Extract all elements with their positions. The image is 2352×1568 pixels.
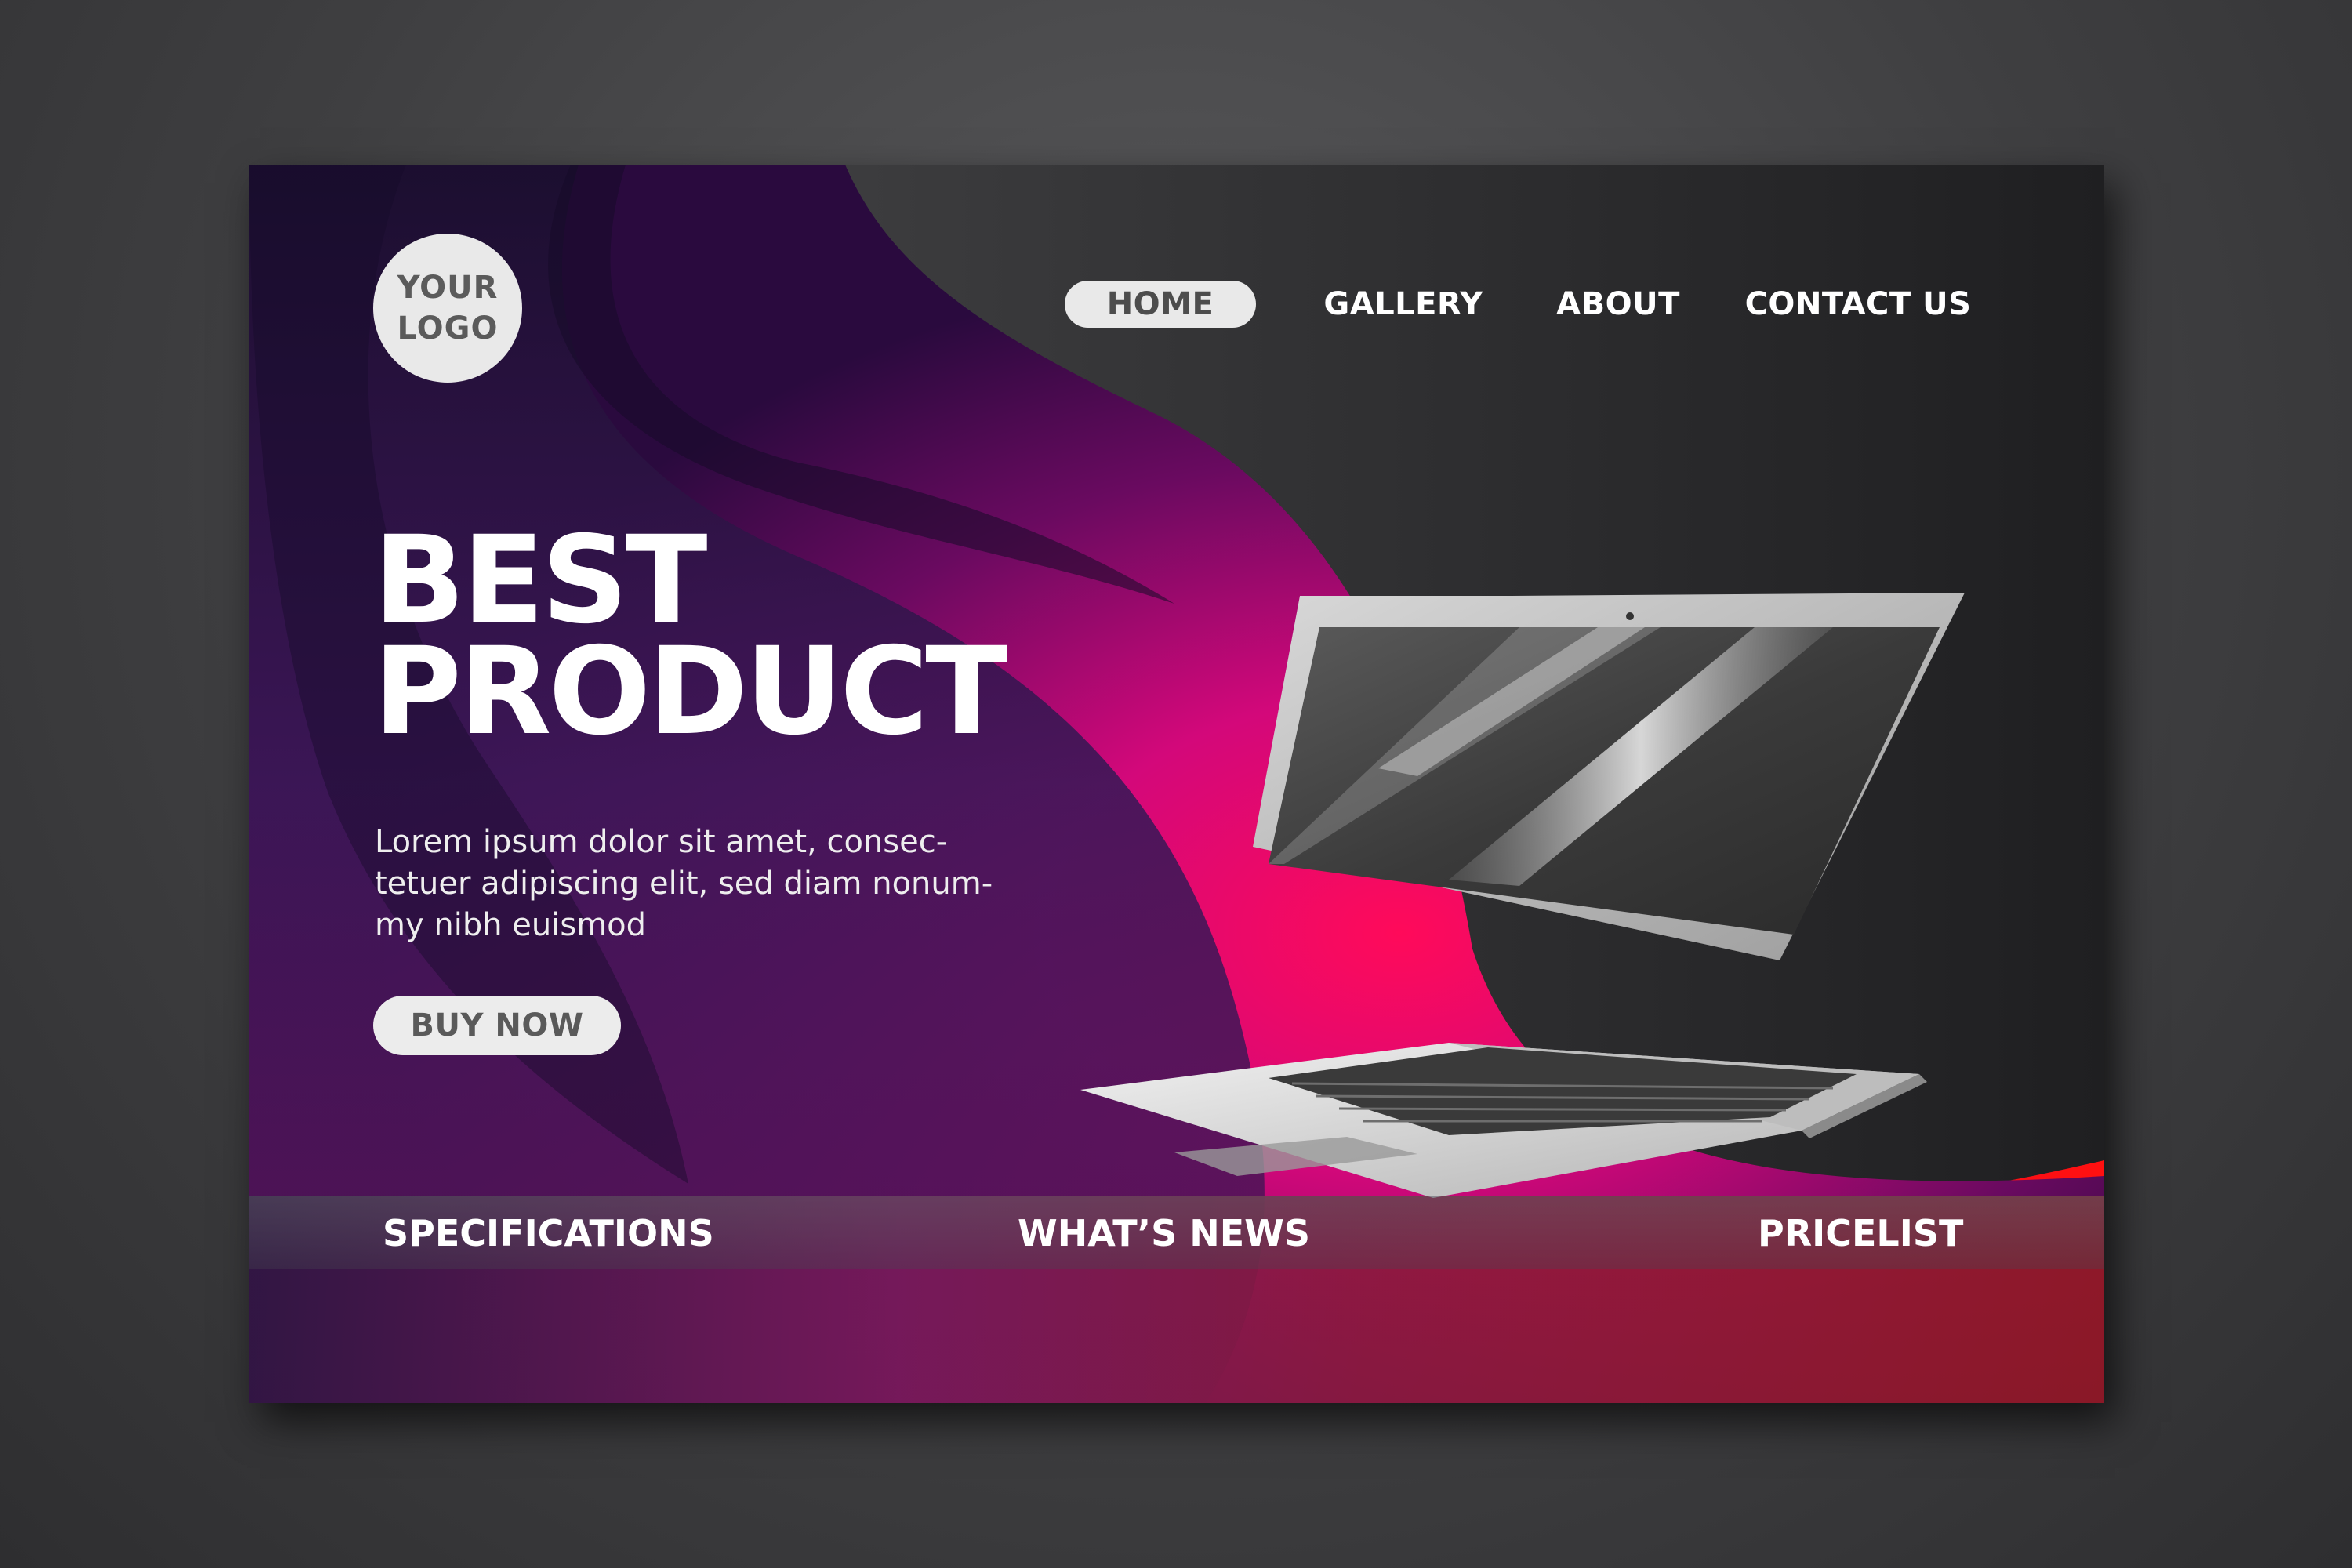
- nav-gallery[interactable]: GALLERY: [1319, 281, 1488, 328]
- logo[interactable]: YOUR LOGO: [373, 234, 522, 383]
- nav-about[interactable]: ABOUT: [1551, 281, 1686, 328]
- tab-pricelist[interactable]: PRICELIST: [1758, 1212, 1963, 1254]
- buy-now-button[interactable]: BUY NOW: [373, 996, 621, 1055]
- logo-line-1: YOUR: [397, 270, 499, 306]
- hero-description-line-3: my nibh euismod: [375, 907, 647, 943]
- hero-description: Lorem ipsum dolor sit amet, consec- tetu…: [375, 822, 1080, 946]
- hero-title-line-2: PRODUCT: [373, 622, 1007, 762]
- tab-whats-news[interactable]: WHAT’S NEWS: [1018, 1212, 1310, 1254]
- tab-specifications[interactable]: SPECIFICATIONS: [383, 1212, 714, 1254]
- landing-page-card: YOUR LOGO HOME GALLERY ABOUT CONTACT US …: [249, 165, 2104, 1403]
- hero-description-line-1: Lorem ipsum dolor sit amet, consec-: [375, 824, 948, 860]
- nav-contact-us[interactable]: CONTACT US: [1740, 281, 1976, 328]
- nav-home[interactable]: HOME: [1065, 281, 1256, 328]
- logo-line-2: LOGO: [397, 310, 499, 347]
- hero-title-line-1: BEST: [373, 510, 708, 651]
- hero-title: BEST PRODUCT: [373, 510, 1007, 762]
- laptop-image: [1080, 593, 1965, 1198]
- hero-description-line-2: tetuer adipiscing elit, sed diam nonum-: [375, 866, 993, 902]
